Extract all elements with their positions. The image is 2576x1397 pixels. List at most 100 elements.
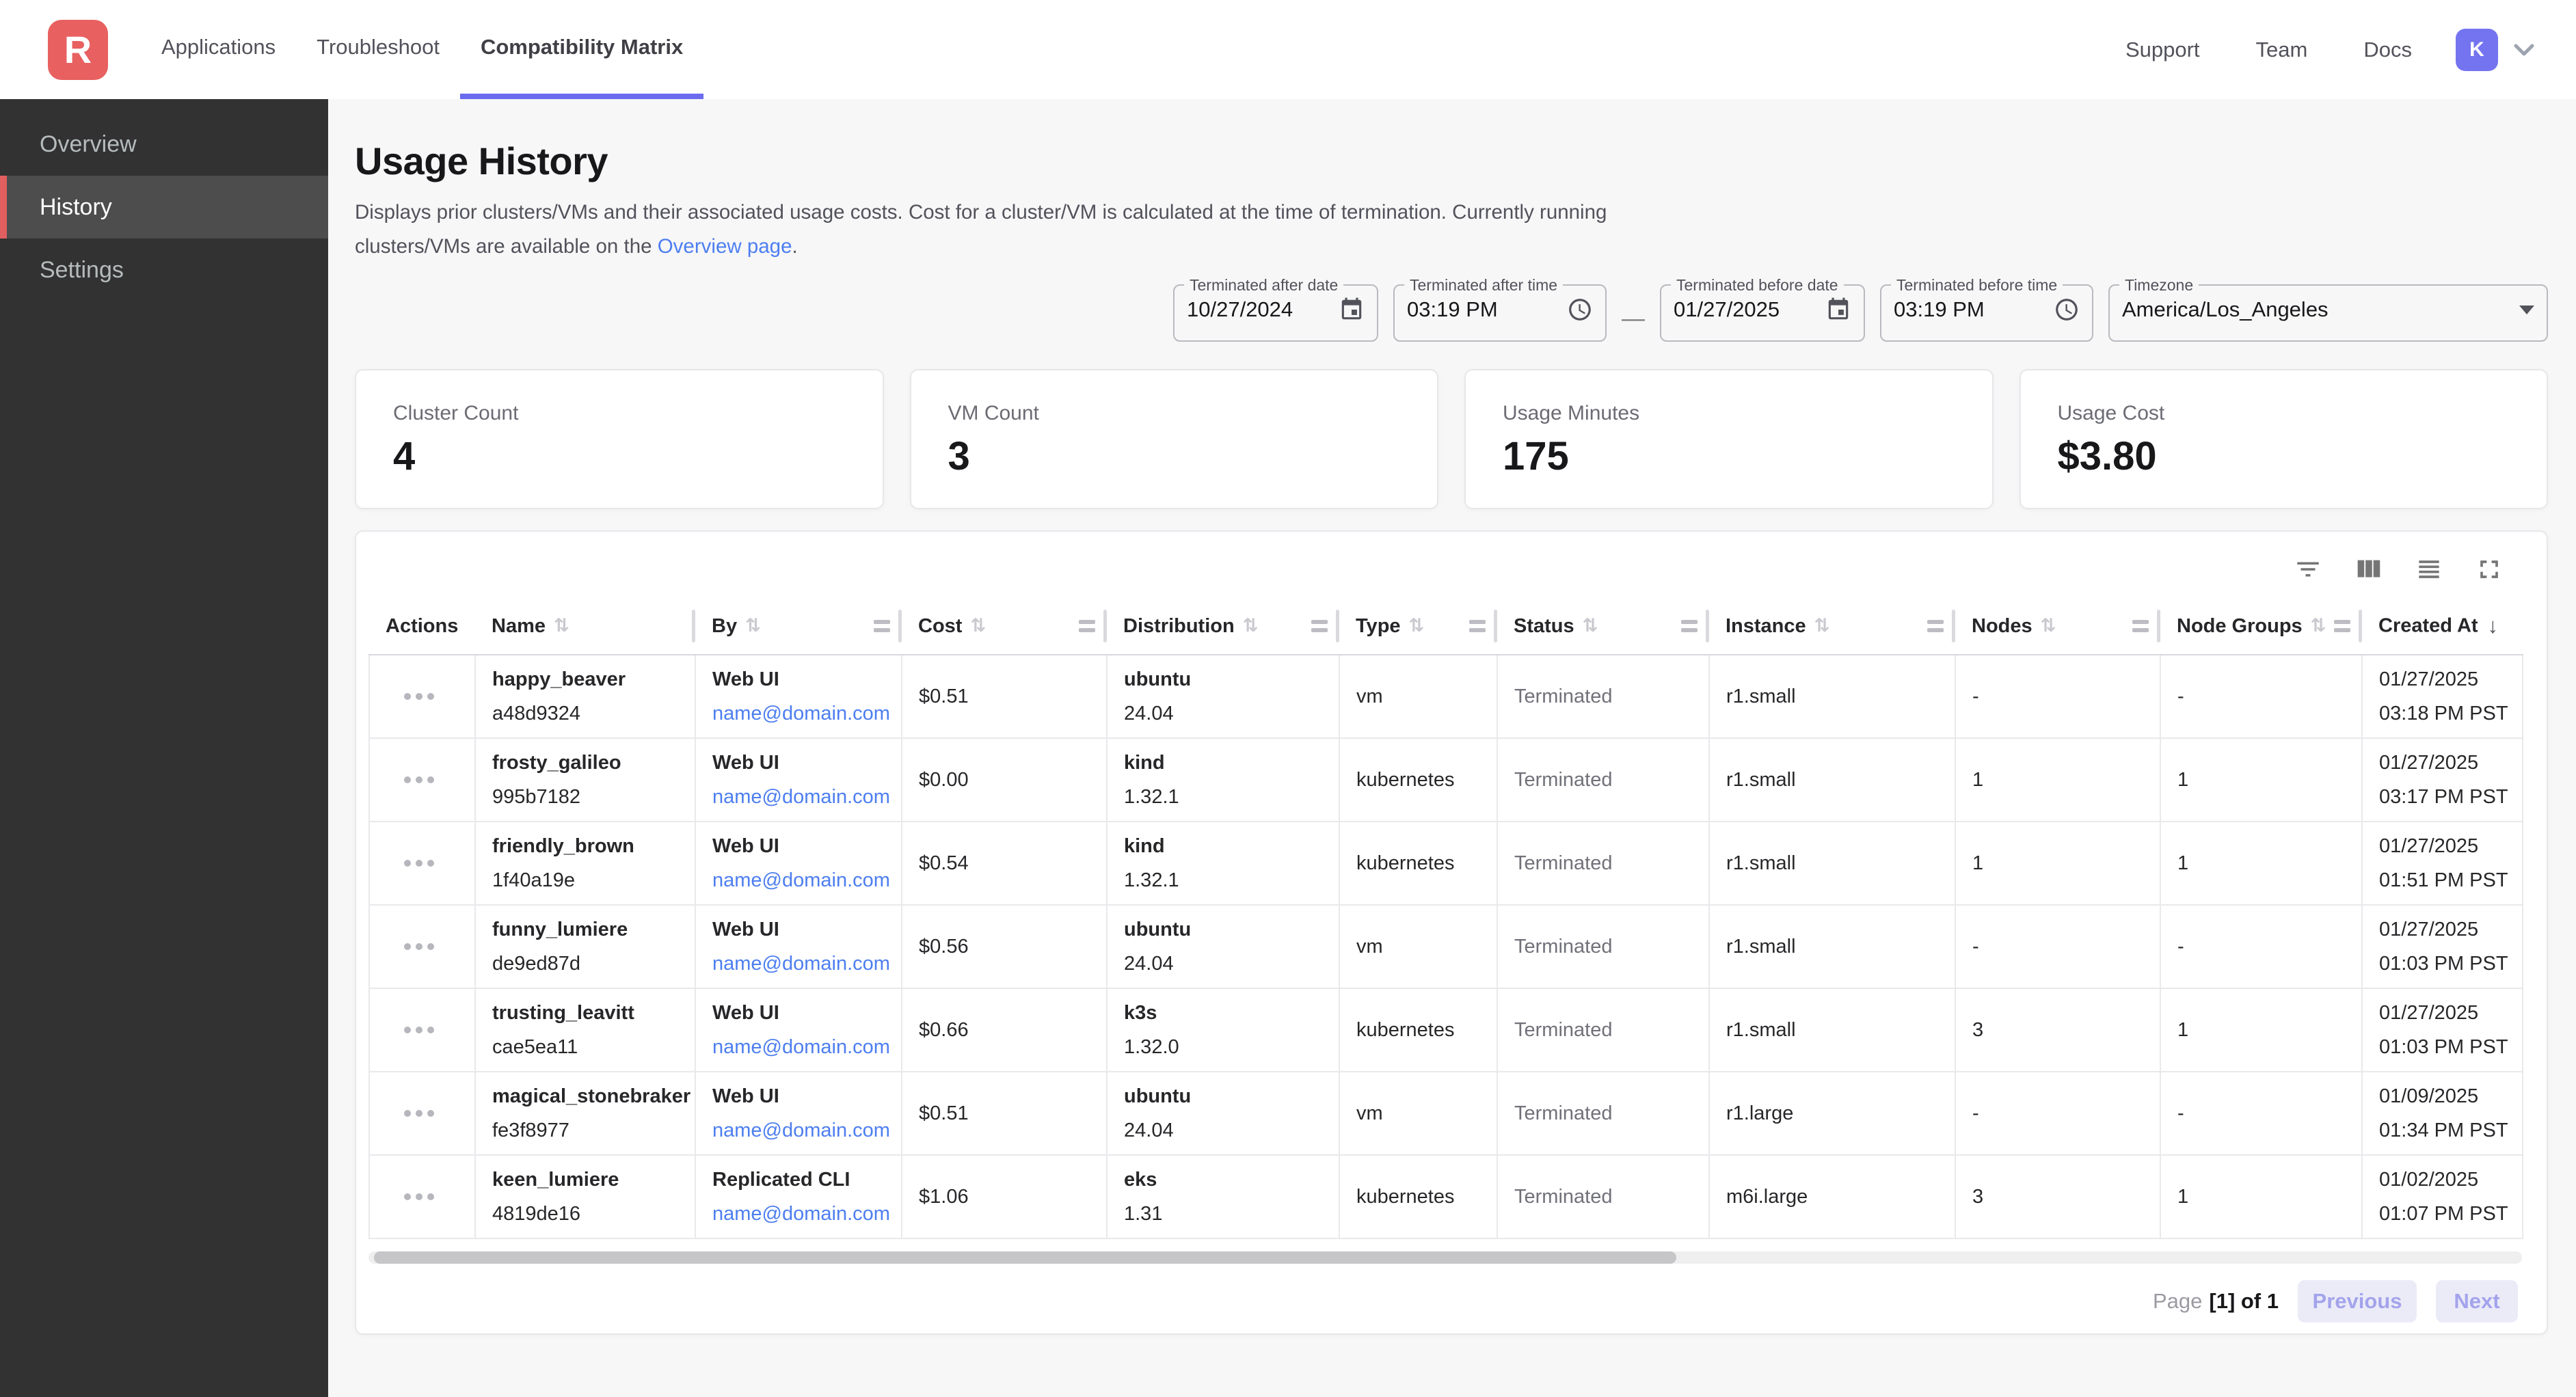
horizontal-scrollbar[interactable]	[368, 1251, 2522, 1264]
column-header-cost[interactable]: Cost ⇅	[902, 597, 1107, 655]
cell-nodes: -	[1955, 1072, 2160, 1155]
cell-cost: $0.51	[902, 655, 1107, 738]
sort-icon[interactable]: ⇅	[1409, 615, 1425, 636]
row-actions-menu-icon[interactable]	[404, 776, 468, 783]
row-by-email-link[interactable]: name@domain.com	[712, 869, 890, 891]
overview-page-link[interactable]: Overview page	[658, 235, 792, 258]
row-created-date: 01/27/2025	[2379, 1001, 2515, 1025]
row-by-email-link[interactable]: name@domain.com	[712, 1203, 890, 1225]
row-actions-menu-icon[interactable]	[404, 1027, 468, 1033]
user-avatar[interactable]: K	[2456, 29, 2498, 71]
row-node-groups: -	[2177, 1101, 2354, 1126]
terminated-before-time-value: 03:19 PM	[1894, 297, 1985, 322]
cell-by: Replicated CLI name@domain.com	[695, 1155, 902, 1238]
sidebar-item-settings[interactable]: Settings	[0, 239, 328, 301]
column-menu-icon[interactable]	[1681, 620, 1698, 632]
sort-icon[interactable]: ⇅	[1814, 615, 1830, 636]
clock-icon[interactable]	[2054, 297, 2080, 323]
columns-icon[interactable]	[2352, 554, 2384, 585]
column-label: Cost	[918, 614, 962, 636]
column-header-distribution[interactable]: Distribution⇅	[1107, 597, 1339, 655]
column-menu-icon[interactable]	[1079, 620, 1095, 632]
row-instance: r1.small	[1726, 851, 1948, 876]
column-menu-icon[interactable]	[2132, 620, 2149, 632]
row-cost: $0.56	[919, 934, 1099, 959]
clock-icon[interactable]	[1567, 297, 1593, 323]
row-distribution-version: 24.04	[1124, 951, 1332, 976]
column-header-instance[interactable]: Instance⇅	[1709, 597, 1955, 655]
row-actions-menu-icon[interactable]	[404, 1193, 468, 1200]
sort-desc-icon[interactable]: ↓	[2488, 614, 2499, 638]
previous-page-button[interactable]: Previous	[2298, 1280, 2417, 1323]
terminated-after-time-field[interactable]: Terminated after time 03:19 PM	[1393, 283, 1607, 342]
row-created-date: 01/27/2025	[2379, 750, 2515, 775]
sort-icon[interactable]: ⇅	[1243, 615, 1259, 636]
nav-tab-compatibility-matrix[interactable]: Compatibility Matrix	[460, 0, 703, 99]
next-page-button[interactable]: Next	[2436, 1280, 2518, 1323]
column-header-by[interactable]: By⇅	[695, 597, 902, 655]
brand-logo[interactable]: R	[48, 20, 108, 80]
column-header-node-groups[interactable]: Node Groups⇅	[2160, 597, 2362, 655]
sort-icon[interactable]: ⇅	[1583, 615, 1598, 636]
filter-icon[interactable]	[2294, 555, 2322, 584]
column-menu-icon[interactable]	[1469, 620, 1486, 632]
column-menu-icon[interactable]	[874, 620, 890, 632]
nav-link-support[interactable]: Support	[2125, 38, 2200, 62]
row-actions-menu-icon[interactable]	[404, 693, 468, 700]
cell-cost: $1.06	[902, 1155, 1107, 1238]
column-menu-icon[interactable]	[1927, 620, 1944, 632]
row-id: a48d9324	[492, 701, 688, 726]
sort-icon[interactable]: ⇅	[970, 615, 986, 636]
cell-name: trusting_leavittcae5ea11	[475, 988, 695, 1072]
column-header-nodes[interactable]: Nodes⇅	[1955, 597, 2160, 655]
sidebar-item-history[interactable]: History	[0, 176, 328, 239]
fullscreen-icon[interactable]	[2474, 554, 2504, 584]
column-header-created-at[interactable]: Created At↓	[2362, 597, 2523, 655]
column-menu-icon[interactable]	[2334, 620, 2350, 632]
table-row: funny_lumierede9ed87dWeb UIname@domain.c…	[369, 905, 2523, 988]
calendar-icon[interactable]	[1339, 297, 1365, 323]
row-by-email-link[interactable]: name@domain.com	[712, 703, 890, 724]
row-type: kubernetes	[1356, 851, 1490, 876]
terminated-after-date-field[interactable]: Terminated after date 10/27/2024	[1173, 283, 1378, 342]
terminated-before-date-field[interactable]: Terminated before date 01/27/2025	[1660, 283, 1865, 342]
page-value: [1] of 1	[2209, 1289, 2279, 1314]
row-by-email-link[interactable]: name@domain.com	[712, 1120, 890, 1141]
calendar-icon[interactable]	[1825, 297, 1851, 323]
sort-icon[interactable]: ⇅	[2041, 615, 2056, 636]
row-distribution-version: 24.04	[1124, 701, 1332, 726]
density-icon[interactable]	[2414, 554, 2444, 584]
cell-cost: $0.54	[902, 822, 1107, 905]
sort-icon[interactable]: ⇅	[745, 615, 761, 636]
sort-icon[interactable]: ⇅	[554, 615, 569, 636]
chevron-down-icon[interactable]	[2512, 42, 2536, 58]
column-label: Type	[1356, 614, 1401, 636]
row-actions-menu-icon[interactable]	[404, 1110, 468, 1117]
row-created-time: 01:03 PM PST	[2379, 1035, 2515, 1059]
nav-tab-troubleshoot[interactable]: Troubleshoot	[296, 0, 460, 99]
scrollbar-thumb[interactable]	[374, 1251, 1676, 1264]
row-by-email-link[interactable]: name@domain.com	[712, 1036, 890, 1058]
cell-name: happy_beavera48d9324	[475, 655, 695, 738]
sort-icon[interactable]: ⇅	[2311, 615, 2326, 636]
row-by-source: Replicated CLI	[712, 1167, 894, 1192]
row-actions-menu-icon[interactable]	[404, 943, 468, 950]
column-header-name[interactable]: Name⇅	[475, 597, 695, 655]
row-cost: $0.00	[919, 768, 1099, 792]
terminated-before-time-field[interactable]: Terminated before time 03:19 PM	[1880, 283, 2093, 342]
dropdown-arrow-icon[interactable]	[2519, 306, 2534, 314]
nav-link-team[interactable]: Team	[2256, 38, 2308, 62]
row-by-email-link[interactable]: name@domain.com	[712, 953, 890, 975]
nav-link-docs[interactable]: Docs	[2363, 38, 2412, 62]
column-menu-icon[interactable]	[1311, 620, 1328, 632]
row-actions-menu-icon[interactable]	[404, 860, 468, 867]
row-type: vm	[1356, 934, 1490, 959]
column-header-type[interactable]: Type ⇅	[1339, 597, 1497, 655]
timezone-select[interactable]: Timezone America/Los_Angeles	[2108, 283, 2548, 342]
column-header-status[interactable]: Status⇅	[1497, 597, 1709, 655]
nav-tab-applications[interactable]: Applications	[141, 0, 296, 99]
row-id: de9ed87d	[492, 951, 688, 976]
row-by-email-link[interactable]: name@domain.com	[712, 786, 890, 808]
column-header-controls	[1681, 610, 1709, 642]
sidebar-item-overview[interactable]: Overview	[0, 113, 328, 176]
